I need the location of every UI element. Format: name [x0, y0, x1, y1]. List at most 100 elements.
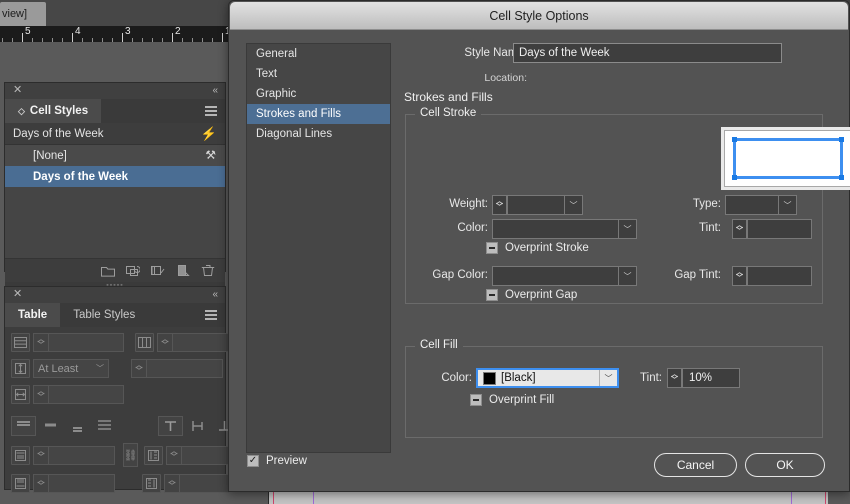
cell-styles-panel[interactable]: ✕ « ◇ Cell Styles Days of the Week ⚡ [No… [4, 82, 226, 289]
column-width-input[interactable] [48, 385, 124, 404]
collapse-icon[interactable]: « [212, 85, 218, 96]
inset-left-icon [144, 445, 163, 465]
align-center-icon[interactable] [38, 416, 63, 436]
inset-top-icon [11, 445, 30, 465]
ruler-tick-label: 3 [125, 26, 131, 37]
row-height-mode-select[interactable]: At Least ﹀ [33, 359, 109, 378]
checkbox-mixed-icon [486, 289, 498, 301]
ok-button[interactable]: OK [745, 453, 825, 477]
overprint-fill-checkbox[interactable]: Overprint Fill [470, 394, 554, 406]
close-icon[interactable]: ✕ [13, 85, 22, 96]
nav-item-text[interactable]: Text [247, 64, 390, 84]
nav-item-strokes-and-fills[interactable]: Strokes and Fills [247, 104, 390, 124]
new-style-group-icon[interactable] [101, 264, 115, 277]
text-rotate-0-icon[interactable] [158, 416, 183, 436]
create-new-style-icon[interactable] [176, 264, 190, 277]
horizontal-ruler[interactable]: 54321 [0, 26, 232, 42]
nav-item-label: General [256, 48, 297, 60]
tab-table[interactable]: Table [5, 303, 61, 327]
proxy-line-left[interactable] [733, 138, 736, 179]
cell-styles-list[interactable]: [None] ⚒ Days of the Week [5, 145, 225, 258]
proxy-line-right[interactable] [840, 138, 843, 179]
cell-stroke-proxy-preview[interactable] [724, 130, 850, 187]
row-height-input[interactable] [146, 359, 223, 378]
type-combo[interactable]: ﹀ [725, 195, 797, 215]
proxy-handle-top-right[interactable] [839, 137, 844, 142]
tab-cell-styles[interactable]: ◇ Cell Styles [5, 99, 102, 123]
list-item[interactable]: Days of the Week [5, 166, 225, 187]
stroke-tint-stepper[interactable]: ︿ ﹀ [732, 219, 747, 239]
proxy-handle-top-left[interactable] [732, 137, 737, 142]
overprint-gap-checkbox[interactable]: Overprint Gap [486, 289, 577, 301]
inset-top-stepper[interactable]: ︿ ﹀ [33, 445, 48, 465]
list-item[interactable]: [None] ⚒ [5, 145, 225, 166]
close-icon[interactable]: ✕ [13, 289, 22, 300]
collapse-icon[interactable]: « [212, 289, 218, 300]
cancel-button[interactable]: Cancel [654, 453, 737, 477]
nav-item-graphic[interactable]: Graphic [247, 84, 390, 104]
inset-left-input[interactable] [181, 445, 231, 465]
chevron-down-icon: ﹀ [564, 196, 582, 214]
stroke-color-label: Color: [457, 222, 488, 234]
type-label: Type: [692, 198, 721, 210]
chevron-down-icon: ﹀ [618, 220, 636, 238]
fill-tint-input[interactable]: 10% [682, 368, 740, 388]
stroke-tint-input[interactable] [747, 219, 812, 239]
nav-item-general[interactable]: General [247, 44, 390, 64]
inset-right-stepper[interactable]: ︿ ﹀ [164, 474, 179, 493]
preview-checkbox[interactable]: ✓ Preview [247, 455, 307, 467]
column-width-row: ︿ ﹀ [11, 385, 219, 404]
gap-tint-stepper[interactable]: ︿ ﹀ [732, 266, 747, 286]
gap-color-combo[interactable]: ﹀ [492, 266, 637, 286]
gap-tint-input[interactable] [747, 266, 812, 286]
panel-menu-icon[interactable] [205, 310, 217, 320]
document-tab[interactable]: view] [0, 2, 46, 26]
weight-label: Weight: [449, 198, 488, 210]
inset-right-input[interactable] [179, 474, 229, 493]
overprint-stroke-checkbox[interactable]: Overprint Stroke [486, 242, 589, 254]
ruler-tick-major [72, 33, 73, 42]
proxy-handle-bottom-left[interactable] [732, 175, 737, 180]
inset-left-stepper[interactable]: ︿ ﹀ [166, 445, 181, 465]
dialog-title: Cell Style Options [489, 8, 589, 23]
cell-style-options-dialog[interactable]: Cell Style Options General Text Graphic … [228, 0, 850, 492]
quick-apply-icon[interactable]: ⚡ [201, 127, 217, 141]
rows-stepper[interactable]: ︿ ﹀ [33, 333, 48, 352]
load-styles-icon[interactable]: ⚒ [205, 148, 216, 162]
dialog-nav-list[interactable]: General Text Graphic Strokes and Fills D… [246, 43, 391, 453]
clear-overrides-icon[interactable] [126, 264, 141, 277]
panel-menu-icon[interactable] [205, 106, 217, 116]
align-bottom-icon[interactable] [65, 416, 90, 436]
table-panel[interactable]: ✕ « Table Table Styles ︿ ﹀ ︿ ﹀ At Least … [4, 286, 256, 493]
rows-input[interactable] [48, 333, 124, 352]
row-height-stepper[interactable]: ︿ ﹀ [131, 359, 146, 378]
align-top-icon[interactable] [11, 416, 36, 436]
delete-style-icon[interactable] [201, 264, 215, 277]
proxy-line-bottom[interactable] [733, 176, 843, 179]
columns-stepper[interactable]: ︿ ﹀ [157, 333, 172, 352]
style-name-label: Style Name: [464, 47, 527, 59]
inset-bottom-stepper[interactable]: ︿ ﹀ [33, 474, 48, 493]
fill-color-combo[interactable]: [Black] ﹀ [476, 368, 619, 388]
link-insets-icon[interactable]: ⛓ [123, 443, 138, 467]
justify-icon[interactable] [92, 416, 117, 436]
columns-input[interactable] [172, 333, 232, 352]
text-rotate-90-icon[interactable] [185, 416, 210, 436]
inset-bottom-input[interactable] [48, 474, 115, 493]
proxy-line-top[interactable] [733, 138, 843, 141]
style-name-input[interactable]: Days of the Week [513, 43, 782, 63]
fill-tint-stepper[interactable]: ︿ ﹀ [667, 368, 682, 388]
proxy-handle-bottom-right[interactable] [839, 175, 844, 180]
fill-color-label: Color: [441, 372, 472, 384]
break-link-to-style-icon[interactable] [151, 264, 165, 277]
stroke-color-combo[interactable]: ﹀ [492, 219, 637, 239]
chevron-down-icon: ﹀ [599, 370, 617, 386]
tab-table-styles[interactable]: Table Styles [60, 303, 148, 327]
dialog-titlebar[interactable]: Cell Style Options [230, 2, 848, 30]
weight-stepper[interactable]: ︿ ﹀ [492, 195, 507, 215]
nav-item-diagonal-lines[interactable]: Diagonal Lines [247, 124, 390, 144]
column-width-stepper[interactable]: ︿ ﹀ [33, 385, 48, 404]
inset-top-input[interactable] [48, 445, 115, 465]
cell-stroke-group: Cell Stroke Weight: ︿ ﹀ ﹀ Type: ﹀ Color:… [405, 107, 850, 304]
weight-combo[interactable]: ﹀ [507, 195, 583, 215]
